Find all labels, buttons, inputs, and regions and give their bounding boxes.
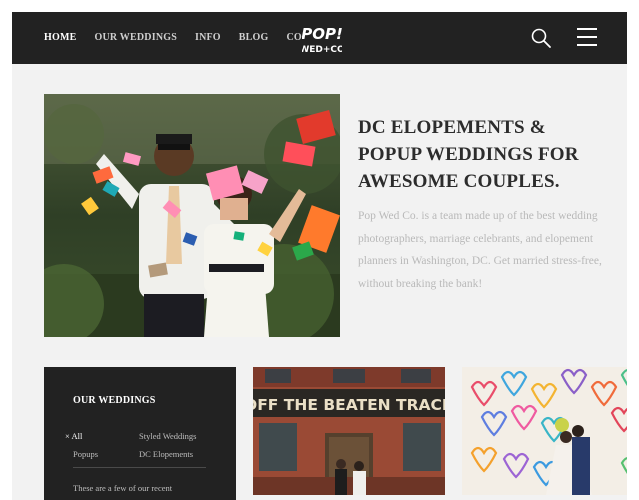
nav-blog[interactable]: BLOG xyxy=(239,32,269,43)
wedding-tile-off-the-beaten-track[interactable]: OFF THE BEATEN TRACK xyxy=(253,367,445,495)
pop-wed-co-logo[interactable]: POP! WED+CO xyxy=(302,20,342,60)
panel-title: OUR WEDDINGS xyxy=(73,395,156,406)
filter-styled-weddings[interactable]: Styled Weddings xyxy=(139,431,196,441)
filter-popups[interactable]: Popups xyxy=(73,449,98,459)
logo-line-2: WED+CO xyxy=(302,45,342,55)
site-header: HOME OUR WEDDINGS INFO BLOG CONTACT POP!… xyxy=(12,12,627,64)
tile-sign-text: OFF THE BEATEN TRACK xyxy=(253,396,445,414)
hero-title: DC ELOPEMENTS & POPUP WEDDINGS FOR AWESO… xyxy=(358,117,579,192)
wedding-tile-heart-wall[interactable] xyxy=(462,367,627,495)
nav-home[interactable]: HOME xyxy=(44,32,76,43)
page-frame: HOME OUR WEDDINGS INFO BLOG CONTACT POP!… xyxy=(12,12,627,500)
filter-dc-elopements[interactable]: DC Elopements xyxy=(139,449,193,459)
hamburger-menu-icon[interactable] xyxy=(577,28,597,46)
main-nav: HOME OUR WEDDINGS INFO BLOG CONTACT xyxy=(44,26,312,50)
nav-info[interactable]: INFO xyxy=(195,32,221,43)
hero-couple-photo xyxy=(44,94,340,337)
our-weddings-panel: OUR WEDDINGS × All Styled Weddings Popup… xyxy=(44,367,236,500)
panel-divider xyxy=(73,467,206,468)
hero-description: Pop Wed Co. is a team made up of the bes… xyxy=(358,210,602,291)
search-icon[interactable] xyxy=(530,27,552,49)
nav-our-weddings[interactable]: OUR WEDDINGS xyxy=(94,32,177,43)
filter-all[interactable]: × All xyxy=(65,431,82,441)
logo-line-1: POP! xyxy=(302,25,342,43)
panel-intro-text: These are a few of our recent xyxy=(73,483,173,493)
